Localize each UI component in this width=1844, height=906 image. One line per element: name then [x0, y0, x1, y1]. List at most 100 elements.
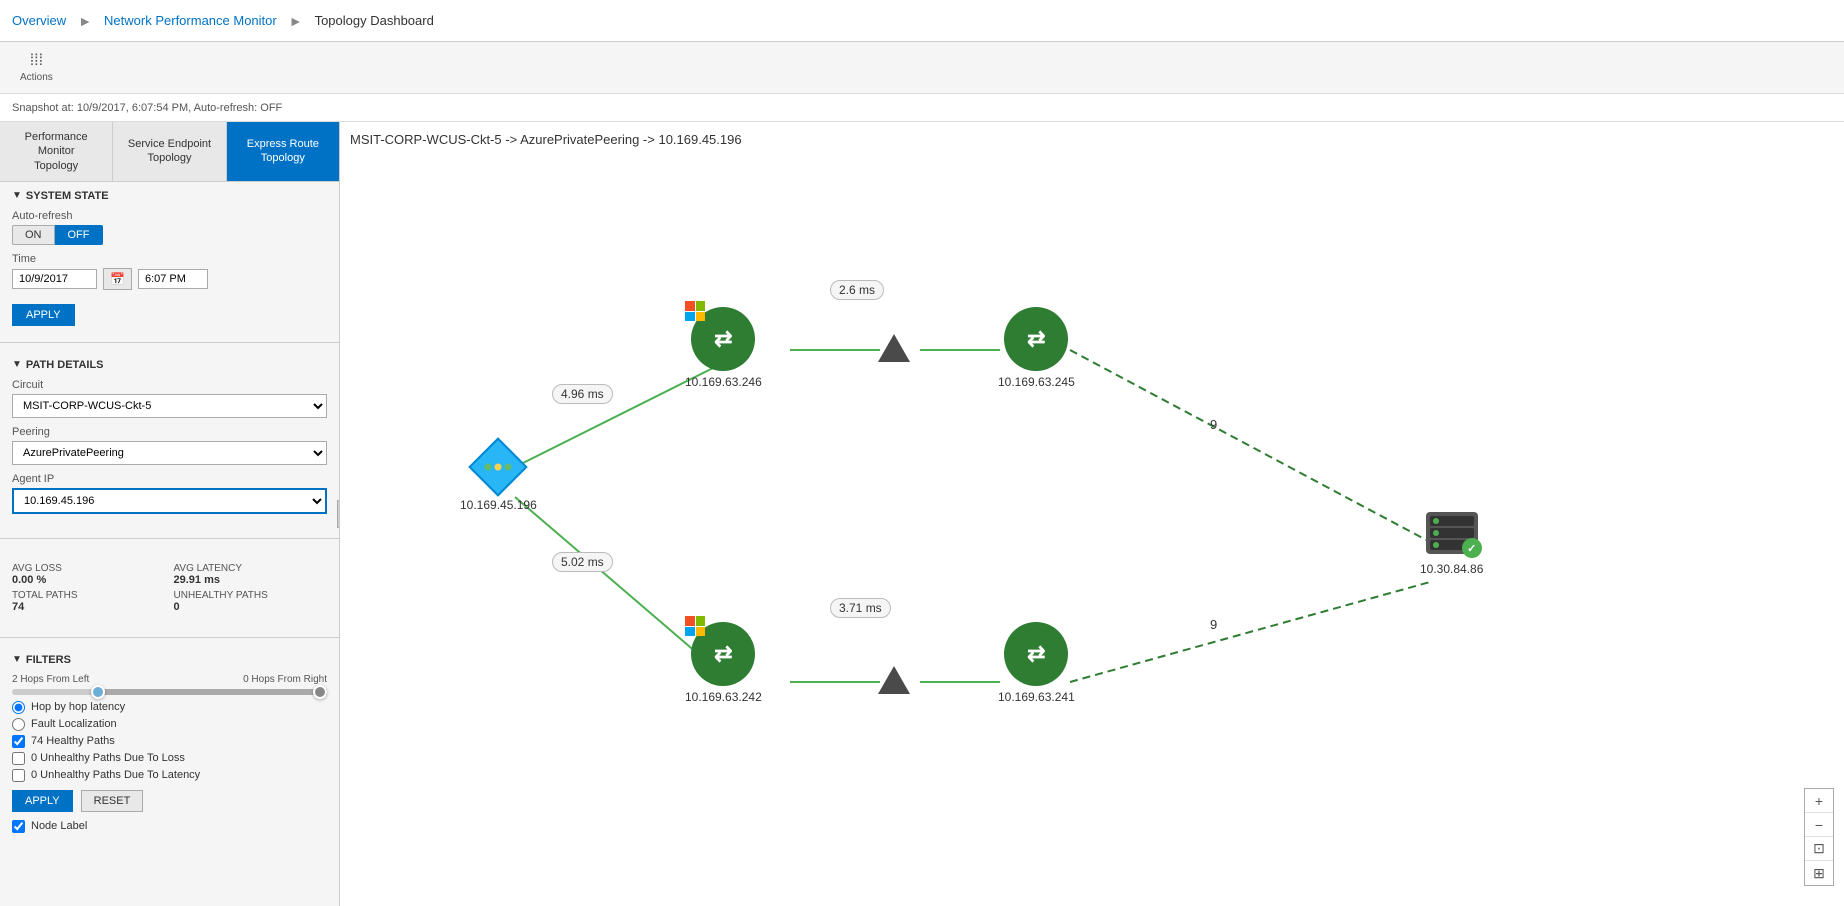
tab-service-endpoint[interactable]: Service EndpointTopology	[113, 122, 226, 181]
server-led-3	[1433, 542, 1439, 548]
breadcrumb: Overview ► Network Performance Monitor ►…	[0, 0, 1844, 42]
check-healthy-row: 74 Healthy Paths	[12, 735, 327, 748]
filters-header: ▼ FILTERS	[12, 654, 327, 666]
ms-logo-green	[696, 301, 706, 311]
agent-dot-2	[495, 464, 502, 471]
agent-dot-1	[485, 464, 492, 471]
zoom-out-button[interactable]: −	[1805, 813, 1833, 837]
circuit-select[interactable]: MSIT-CORP-WCUS-Ckt-5	[12, 394, 327, 418]
peering-label: Peering	[12, 426, 327, 438]
ms-logo-n3-blue	[685, 627, 695, 637]
breadcrumb-overview[interactable]: Overview	[12, 13, 66, 28]
check-latency-label: 0 Unhealthy Paths Due To Latency	[31, 769, 200, 781]
ms-logo-yellow	[696, 312, 706, 322]
total-paths-item: TOTAL PATHS 74	[12, 590, 166, 613]
slider-thumb-left[interactable]	[91, 685, 105, 699]
agent-ip-row: Agent IP 10.169.45.196	[12, 473, 327, 514]
slider-labels: 2 Hops From Left 0 Hops From Right	[12, 674, 327, 685]
node-n4[interactable]: ⇄ 10.169.63.241	[998, 622, 1075, 704]
node-n3[interactable]: ⇄ 10.169.63.242	[685, 622, 762, 704]
hops-left-label: 2 Hops From Left	[12, 674, 89, 685]
node-n2-circle: ⇄	[1004, 307, 1068, 371]
zoom-in-button[interactable]: +	[1805, 789, 1833, 813]
stats-section: AVG LOSS 0.00 % AVG LATENCY 29.91 ms TOT…	[0, 547, 339, 629]
node-n1-icon: ⇄	[714, 326, 732, 352]
snapshot-bar: Snapshot at: 10/9/2017, 6:07:54 PM, Auto…	[0, 94, 1844, 122]
latency-badge-l4: 3.71 ms	[830, 598, 891, 618]
node-n3-circle: ⇄	[691, 622, 755, 686]
system-state-header: ▼ SYSTEM STATE	[12, 190, 327, 202]
check-node-label[interactable]	[12, 820, 25, 833]
zoom-controls: + − ⊡ ⊞	[1804, 788, 1834, 886]
hops-slider[interactable]	[12, 689, 327, 695]
system-state-chevron: ▼	[12, 190, 22, 201]
radio-fault[interactable]	[12, 718, 25, 731]
date-input[interactable]	[12, 269, 97, 289]
breadcrumb-npm[interactable]: Network Performance Monitor	[104, 13, 277, 28]
unhealthy-paths-label: UNHEALTHY PATHS	[174, 590, 328, 601]
check-loss-row: 0 Unhealthy Paths Due To Loss	[12, 752, 327, 765]
node-n4-icon: ⇄	[1027, 641, 1045, 667]
auto-refresh-toggle: ON OFF	[12, 225, 327, 245]
auto-refresh-on[interactable]: ON	[12, 225, 55, 245]
calendar-button[interactable]: 📅	[103, 268, 132, 290]
avg-latency-item: AVG LATENCY 29.91 ms	[174, 563, 328, 586]
agent-ip-select[interactable]: 10.169.45.196	[12, 488, 327, 514]
peering-select[interactable]: AzurePrivatePeering	[12, 441, 327, 465]
slider-thumb-right[interactable]	[313, 685, 327, 699]
filters-chevron: ▼	[12, 654, 22, 665]
toolbar: ⁞⁞⁞ Actions	[0, 42, 1844, 94]
agent-dot-3	[505, 464, 512, 471]
tab-performance-monitor[interactable]: Performance MonitorTopology	[0, 122, 113, 181]
actions-icon: ⁞⁞⁞	[30, 52, 43, 70]
ms-logo-n3	[685, 616, 705, 636]
time-label: Time	[12, 253, 327, 265]
ms-logo-n3-green	[696, 616, 706, 626]
actions-button[interactable]: ⁞⁞⁞ Actions	[12, 48, 61, 87]
system-apply-button[interactable]: APPLY	[12, 304, 75, 326]
node-n4-circle: ⇄	[1004, 622, 1068, 686]
stats-grid: AVG LOSS 0.00 % AVG LATENCY 29.91 ms TOT…	[12, 563, 327, 613]
radio-fault-row: Fault Localization	[12, 718, 327, 731]
ms-logo-red	[685, 301, 695, 311]
breadcrumb-topology: Topology Dashboard	[315, 13, 434, 28]
tab-express-route[interactable]: Express RouteTopology	[227, 122, 339, 181]
server-row-2	[1430, 528, 1474, 538]
zoom-grid-button[interactable]: ⊞	[1805, 861, 1833, 885]
auto-refresh-off[interactable]: OFF	[55, 225, 103, 245]
path-details-title: PATH DETAILS	[26, 359, 104, 371]
check-healthy[interactable]	[12, 735, 25, 748]
agent-node[interactable]: 10.169.45.196	[460, 442, 537, 512]
node-n3-icon: ⇄	[714, 641, 732, 667]
auto-refresh-label: Auto-refresh	[12, 210, 327, 222]
total-paths-value: 74	[12, 601, 166, 613]
path-details-section: ▼ PATH DETAILS Circuit MSIT-CORP-WCUS-Ck…	[0, 351, 339, 530]
zoom-fit-button[interactable]: ⊡	[1805, 837, 1833, 861]
server-label: 10.30.84.86	[1420, 562, 1483, 576]
slider-fill	[91, 689, 327, 695]
path-details-header: ▼ PATH DETAILS	[12, 359, 327, 371]
hops-right-label: 0 Hops From Right	[243, 674, 327, 685]
node-n2[interactable]: ⇄ 10.169.63.245	[998, 307, 1075, 389]
node-n1[interactable]: ⇄ 10.169.63.246	[685, 307, 762, 389]
filter-reset-button[interactable]: RESET	[81, 790, 144, 812]
sidebar: Performance MonitorTopology Service Endp…	[0, 122, 340, 906]
server-led-2	[1433, 530, 1439, 536]
avg-loss-value: 0.00 %	[12, 574, 166, 586]
check-latency[interactable]	[12, 769, 25, 782]
circuit-row: Circuit MSIT-CORP-WCUS-Ckt-5	[12, 379, 327, 418]
topology-canvas: MSIT-CORP-WCUS-Ckt-5 -> AzurePrivatePeer…	[340, 122, 1844, 906]
check-loss[interactable]	[12, 752, 25, 765]
agent-ip-label: Agent IP	[12, 473, 327, 485]
filter-btn-row: APPLY RESET	[12, 790, 327, 812]
time-input[interactable]	[138, 269, 208, 289]
unhealthy-paths-item: UNHEALTHY PATHS 0	[174, 590, 328, 613]
filter-apply-button[interactable]: APPLY	[12, 790, 73, 812]
server-node[interactable]: ✓ 10.30.84.86	[1420, 512, 1483, 576]
check-loss-label: 0 Unhealthy Paths Due To Loss	[31, 752, 185, 764]
avg-loss-label: AVG LOSS	[12, 563, 166, 574]
node-n2-label: 10.169.63.245	[998, 375, 1075, 389]
node-label-row: Node Label	[12, 820, 327, 833]
node-n2-icon: ⇄	[1027, 326, 1045, 352]
radio-hop[interactable]	[12, 701, 25, 714]
